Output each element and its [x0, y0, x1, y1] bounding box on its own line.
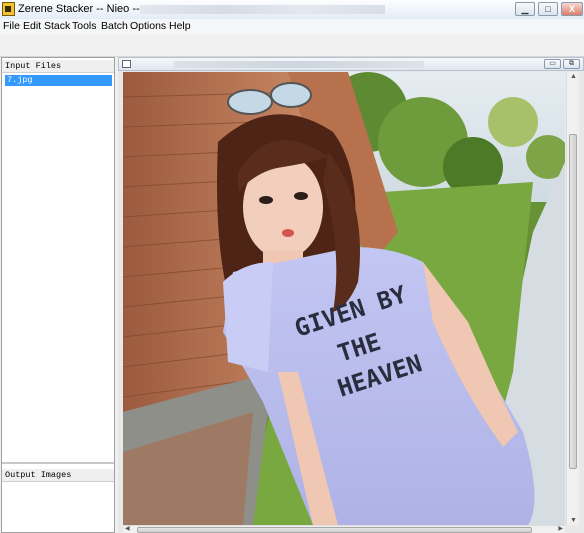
menu-bar: File Edit Stack Tools Batch Options Help	[0, 19, 584, 34]
menu-tools[interactable]: Tools	[72, 20, 97, 32]
menu-stack[interactable]: Stack	[44, 20, 70, 32]
title-redacted-path	[140, 5, 385, 14]
minimize-button[interactable]: ▁	[515, 2, 535, 16]
maximize-button[interactable]: □	[538, 2, 558, 16]
input-file-item[interactable]: 7.jpg	[5, 75, 112, 86]
menu-options[interactable]: Options	[130, 20, 166, 32]
maximize-icon: ⧉	[569, 60, 574, 67]
left-panel: Input Files 7.jpg Output Images	[1, 57, 115, 533]
menu-batch[interactable]: Batch	[101, 20, 128, 32]
output-images-header: Output Images	[2, 469, 114, 482]
image-window: ▭ ⧉ GIVEN BY THE HEAVEN ▲ ▼ ◀ ▶	[118, 57, 584, 533]
vertical-scroll-thumb[interactable]	[569, 134, 577, 469]
scroll-right-arrow-icon[interactable]: ▶	[558, 525, 563, 532]
window-title: Zerene Stacker -- Nieo --	[18, 3, 140, 15]
toolbar-area	[0, 34, 584, 57]
image-window-icon	[122, 60, 131, 68]
image-window-titlebar[interactable]: ▭ ⧉	[118, 57, 584, 71]
app-icon	[2, 2, 15, 16]
maximize-icon: □	[545, 4, 551, 14]
vertical-scrollbar[interactable]: ▲ ▼	[566, 72, 579, 525]
menu-help[interactable]: Help	[169, 20, 191, 32]
close-icon: X	[568, 4, 575, 14]
image-preview[interactable]: GIVEN BY THE HEAVEN	[123, 72, 565, 525]
scroll-left-arrow-icon[interactable]: ◀	[125, 525, 130, 532]
horizontal-scroll-thumb[interactable]	[137, 527, 532, 533]
scroll-up-arrow-icon[interactable]: ▲	[570, 73, 577, 80]
scroll-down-arrow-icon[interactable]: ▼	[570, 517, 577, 524]
close-button[interactable]: X	[561, 2, 583, 16]
panel-splitter[interactable]	[2, 462, 114, 464]
image-maximize-button[interactable]: ⧉	[563, 59, 580, 69]
menu-edit[interactable]: Edit	[23, 20, 41, 32]
menu-file[interactable]: File	[3, 20, 20, 32]
minimize-icon: ▭	[549, 60, 556, 67]
title-bar[interactable]: Zerene Stacker -- Nieo -- ▁ □ X	[0, 0, 584, 20]
input-files-header: Input Files	[2, 60, 114, 73]
horizontal-scrollbar[interactable]: ◀ ▶	[123, 525, 565, 533]
image-minimize-button[interactable]: ▭	[544, 59, 561, 69]
photo-illustration: GIVEN BY THE HEAVEN	[123, 72, 565, 525]
image-window-title-redacted	[174, 61, 424, 68]
minimize-icon: ▁	[521, 4, 529, 14]
